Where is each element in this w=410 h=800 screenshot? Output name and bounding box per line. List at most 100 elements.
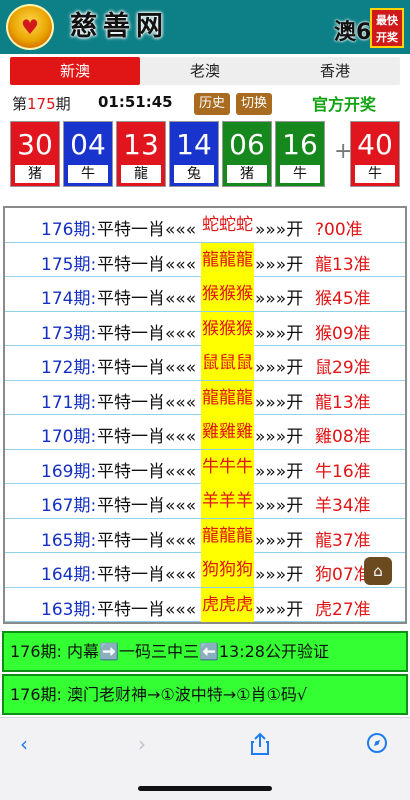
row-text: 平特一肖««« xyxy=(97,392,197,413)
row-text: 平特一肖««« xyxy=(97,254,197,275)
banner-1[interactable]: 176期: 内幕➡️一码三中三⬅️13:28公开验证 xyxy=(2,631,408,672)
fast-badge-line1: 最快 xyxy=(376,14,398,27)
switch-button[interactable]: 切换 xyxy=(236,93,273,115)
row-zodiac: 羊羊羊 xyxy=(201,484,254,518)
home-icon[interactable]: ⌂ xyxy=(364,557,392,585)
row-period: 164期: xyxy=(41,565,97,585)
table-row: 167期: 平特一肖««« 羊羊羊 »»»开 羊34准 xyxy=(5,484,405,519)
tab-xinao[interactable]: 新澳 xyxy=(10,57,140,85)
row-arrow: »»»开 xyxy=(255,358,304,378)
ball-number: 30 xyxy=(17,128,53,161)
row-text: 平特一肖««« xyxy=(97,461,197,482)
ball-number: 16 xyxy=(282,128,318,161)
table-row: 165期: 平特一肖««« 龍龍龍 »»»开 龍37准 xyxy=(5,518,405,553)
ball-3: 13 龍 xyxy=(116,121,166,187)
row-arrow: »»»开 xyxy=(255,220,304,240)
ball-1: 30 猪 xyxy=(10,121,60,187)
row-result: 猴45准 xyxy=(315,289,371,309)
ball-special: 40 牛 xyxy=(350,121,400,187)
row-zodiac: 龍龍龍 xyxy=(201,380,254,415)
site-title: 慈善网 xyxy=(70,11,169,42)
row-zodiac: 鼠鼠鼠 xyxy=(201,346,254,380)
heart-icon: ♥ xyxy=(21,15,39,39)
site-logo[interactable]: ♥ xyxy=(6,4,54,50)
row-period: 165期: xyxy=(41,530,97,551)
row-zodiac: 龍龍龍 xyxy=(201,242,254,277)
row-arrow: »»»开 xyxy=(255,392,304,413)
chevron-right-icon[interactable]: › xyxy=(138,732,146,756)
table-row: 170期: 平特一肖««« 雞雞雞 »»»开 雞08准 xyxy=(5,415,405,450)
ball-4: 14 兔 xyxy=(169,121,219,187)
row-result: 羊34准 xyxy=(315,496,371,516)
table-row: 171期: 平特一肖««« 龍龍龍 »»»开 龍13准 xyxy=(5,380,405,415)
draw-balls: 30 猪 04 牛 13 龍 14 兔 06 猪 16 牛 + 40 牛 xyxy=(10,121,402,187)
row-period: 173期: xyxy=(41,323,97,344)
row-arrow: »»»开 xyxy=(255,254,304,275)
row-arrow: »»»开 xyxy=(255,565,304,585)
row-zodiac: 猴猴猴 xyxy=(201,277,254,311)
period-label: 第175期 xyxy=(12,95,71,113)
region-tabs: 新澳 老澳 香港 xyxy=(10,57,400,85)
fast-draw-badge[interactable]: 最快 开奖 xyxy=(370,8,404,48)
tab-hongkong[interactable]: 香港 xyxy=(270,57,400,85)
history-button[interactable]: 历史 xyxy=(194,93,231,115)
table-row: 163期: 平特一肖««« 虎虎虎 »»»开 虎27准 xyxy=(5,587,405,622)
row-result: 狗07准 xyxy=(315,565,371,585)
ball-number: 40 xyxy=(357,128,393,161)
row-result: 牛16准 xyxy=(315,461,371,482)
row-result: 猴09准 xyxy=(315,323,371,344)
row-period: 167期: xyxy=(41,496,97,516)
row-arrow: »»»开 xyxy=(255,289,304,309)
ball-number: 13 xyxy=(123,128,159,161)
row-text: 平特一肖««« xyxy=(97,530,197,551)
row-zodiac: 猴猴猴 xyxy=(201,311,254,346)
ball-zodiac: 兔 xyxy=(174,165,214,183)
row-arrow: »»»开 xyxy=(255,323,304,344)
row-result: 龍13准 xyxy=(315,254,371,275)
table-row: 174期: 平特一肖««« 猴猴猴 »»»开 猴45准 xyxy=(5,277,405,312)
row-text: 平特一肖««« xyxy=(97,565,197,585)
row-result: 雞08准 xyxy=(315,427,371,447)
row-period: 174期: xyxy=(41,289,97,309)
ball-zodiac: 猪 xyxy=(227,165,267,183)
share-icon[interactable] xyxy=(250,732,270,761)
row-arrow: »»»开 xyxy=(255,496,304,516)
row-period: 169期: xyxy=(41,461,97,482)
chevron-left-icon[interactable]: ‹ xyxy=(20,732,28,756)
row-text: 平特一肖««« xyxy=(97,220,197,240)
table-row: 173期: 平特一肖««« 猴猴猴 »»»开 猴09准 xyxy=(5,311,405,346)
row-text: 平特一肖««« xyxy=(97,599,197,620)
ball-zodiac: 牛 xyxy=(280,165,320,183)
row-zodiac: 虎虎虎 xyxy=(201,587,254,622)
ball-number: 14 xyxy=(176,128,212,161)
compass-icon[interactable] xyxy=(366,732,388,759)
row-zodiac: 雞雞雞 xyxy=(201,415,254,449)
fast-badge-line2: 开奖 xyxy=(376,31,398,44)
table-row: 164期: 平特一肖««« 狗狗狗 »»»开 狗07准 xyxy=(5,553,405,588)
browser-toolbar: ‹ › xyxy=(0,717,410,800)
ball-6: 16 牛 xyxy=(275,121,325,187)
row-period: 175期: xyxy=(41,254,97,275)
ball-zodiac: 龍 xyxy=(121,165,161,183)
row-arrow: »»»开 xyxy=(255,599,304,620)
ball-number: 04 xyxy=(70,128,106,161)
row-arrow: »»»开 xyxy=(255,427,304,447)
tab-laoao[interactable]: 老澳 xyxy=(140,57,270,85)
row-zodiac: 蛇蛇蛇 xyxy=(202,215,253,235)
banner-2[interactable]: 176期: 澳门老财神→①波中特→①肖①码√ xyxy=(2,674,408,715)
home-indicator xyxy=(138,786,272,791)
ball-number: 06 xyxy=(229,128,265,161)
ball-zodiac: 牛 xyxy=(355,165,395,183)
site-header: ♥ 慈善网 澳6 最快 开奖 xyxy=(0,0,410,54)
period-number: 175 xyxy=(27,95,56,113)
official-draw-label[interactable]: 官方开奖 xyxy=(312,91,376,115)
ball-5: 06 猪 xyxy=(222,121,272,187)
row-arrow: »»»开 xyxy=(255,461,304,482)
row-zodiac: 牛牛牛 xyxy=(201,449,254,484)
row-result: 龍37准 xyxy=(315,530,371,551)
row-zodiac: 狗狗狗 xyxy=(201,553,254,587)
row-result: ?00准 xyxy=(315,220,363,240)
row-period: 172期: xyxy=(41,358,97,378)
row-period: 163期: xyxy=(41,599,97,620)
row-result: 龍13准 xyxy=(315,392,371,413)
